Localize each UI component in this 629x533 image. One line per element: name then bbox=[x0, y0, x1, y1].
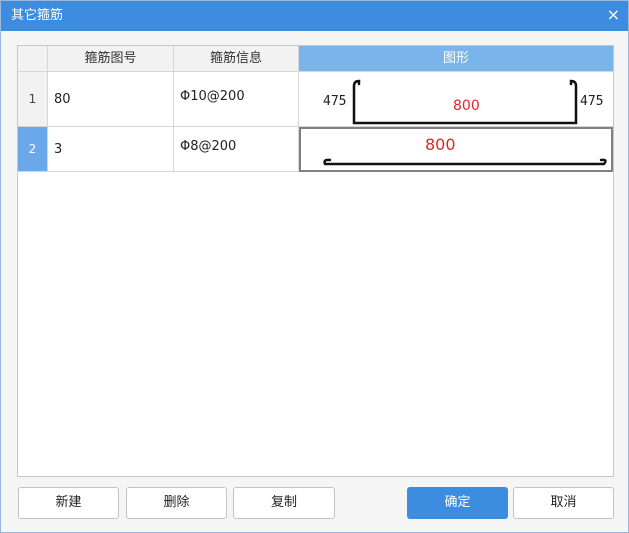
figure-no-cell[interactable]: 80 bbox=[48, 72, 174, 127]
copy-button[interactable]: 复制 bbox=[233, 487, 335, 519]
dialog-window: 其它箍筋 × 箍筋图号 箍筋信息 图形 1 80 Φ10@200 475 475… bbox=[0, 0, 629, 533]
row-number[interactable]: 1 bbox=[18, 72, 48, 127]
dialog-title: 其它箍筋 bbox=[11, 8, 64, 23]
left-leg-label: 475 bbox=[323, 94, 347, 109]
length-label: 800 bbox=[425, 135, 456, 154]
row-number[interactable]: 2 bbox=[18, 127, 48, 172]
title-bar[interactable]: 其它箍筋 × bbox=[1, 1, 628, 31]
stirrup-grid: 箍筋图号 箍筋信息 图形 1 80 Φ10@200 475 475 800 2 … bbox=[17, 45, 614, 477]
ok-button[interactable]: 确定 bbox=[407, 487, 508, 519]
length-label: 800 bbox=[453, 98, 480, 114]
stirrup-info-cell[interactable]: Φ8@200 bbox=[174, 127, 299, 172]
stirrup-info-cell[interactable]: Φ10@200 bbox=[174, 72, 299, 127]
delete-button[interactable]: 删除 bbox=[126, 487, 227, 519]
close-icon[interactable]: × bbox=[607, 6, 620, 24]
grid-corner-header bbox=[18, 46, 48, 72]
right-leg-label: 475 bbox=[580, 94, 604, 109]
column-header-figure-no[interactable]: 箍筋图号 bbox=[48, 46, 174, 72]
column-header-shape[interactable]: 图形 bbox=[299, 46, 613, 72]
shape-cell[interactable]: 800 bbox=[299, 127, 613, 172]
stirrup-shape-drawing bbox=[323, 158, 607, 166]
cancel-button[interactable]: 取消 bbox=[513, 487, 614, 519]
figure-no-cell[interactable]: 3 bbox=[48, 127, 174, 172]
shape-cell[interactable]: 475 475 800 bbox=[299, 72, 613, 127]
new-button[interactable]: 新建 bbox=[18, 487, 119, 519]
column-header-info[interactable]: 箍筋信息 bbox=[174, 46, 299, 72]
